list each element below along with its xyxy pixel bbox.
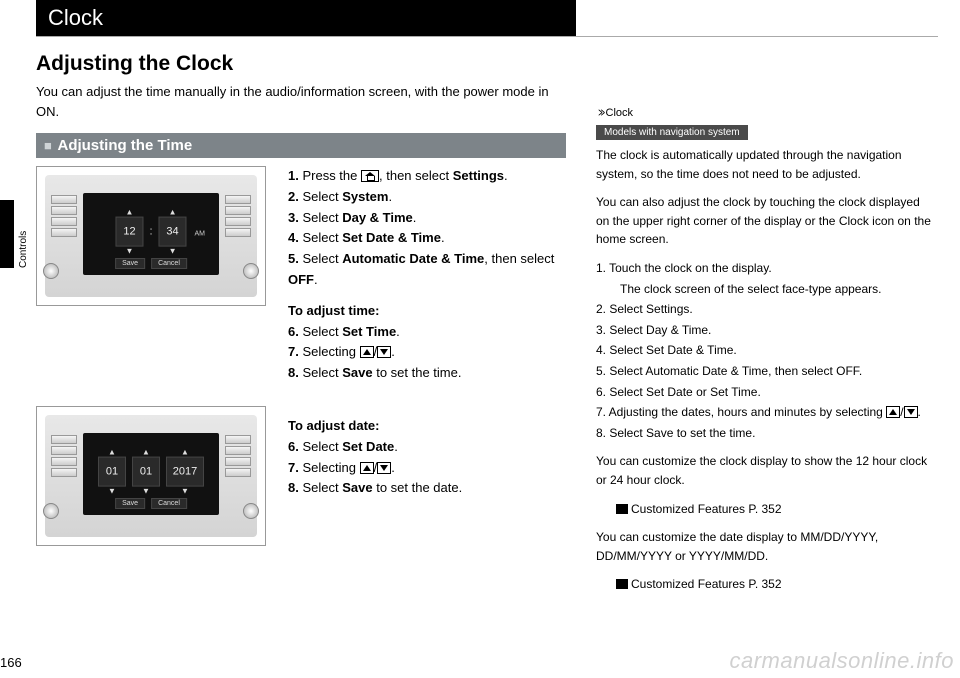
model-badge: Models with navigation system: [596, 125, 748, 140]
home-icon: [361, 170, 379, 182]
time-ampm: AM: [195, 231, 206, 238]
sidebar-list: 1. Touch the clock on the display. The c…: [596, 259, 936, 442]
list-item: 5. Select Automatic Date & Time, then se…: [596, 362, 936, 381]
list-item: 8. Select Save to set the time.: [596, 424, 936, 443]
triangle-down-icon: [904, 406, 918, 418]
date-year: 2017: [173, 466, 197, 478]
crossref: Customized Features P. 352: [596, 500, 936, 519]
right-column: ≫Clock Models with navigation system The…: [596, 52, 936, 604]
list-item: 3. Select Day & Time.: [596, 321, 936, 340]
fig-save-button: Save: [115, 258, 145, 269]
side-tab: [0, 200, 14, 268]
steps-date: To adjust date: 6. Select Set Date. 7. S…: [288, 406, 566, 499]
triangle-up-icon: [360, 346, 374, 358]
fig-cancel-button: Cancel: [151, 258, 187, 269]
sidebar-crumb: ≫Clock: [596, 106, 936, 119]
crossref: Customized Features P. 352: [596, 575, 936, 594]
watermark: carmanualsonline.info: [729, 648, 954, 674]
list-item-sub: The clock screen of the select face-type…: [596, 280, 936, 299]
manual-page: Controls Clock Adjusting the Clock You c…: [0, 0, 960, 678]
triangle-up-icon: [886, 406, 900, 418]
sidebar-para1: The clock is automatically updated throu…: [596, 146, 936, 183]
triangle-down-icon: [377, 462, 391, 474]
fig2-save-button: Save: [115, 498, 145, 509]
subsection-band: ■ Adjusting the Time: [36, 133, 566, 158]
adjust-date-header: To adjust date:: [288, 416, 566, 437]
list-item: 7. Adjusting the dates, hours and minute…: [596, 403, 936, 422]
list-item: 4. Select Set Date & Time.: [596, 341, 936, 360]
time-minute: 34: [166, 226, 178, 238]
row-time: ▲12▼ : ▲34▼ AM Save Cancel: [36, 166, 566, 384]
intro-text: You can adjust the time manually in the …: [36, 82, 566, 121]
left-column: Adjusting the Clock You can adjust the t…: [36, 52, 566, 568]
subsection-title: Adjusting the Time: [57, 137, 192, 154]
sidebar-para3: You can customize the clock display to s…: [596, 452, 936, 489]
square-bullet-icon: ■: [44, 138, 52, 153]
triangle-up-icon: [360, 462, 374, 474]
figure-date-screen: ▲01▼ ▲01▼ ▲2017▼ Save Cancel: [36, 406, 266, 546]
chapter-label: Controls: [18, 231, 29, 268]
date-day: 01: [140, 466, 152, 478]
page-number: 166: [0, 655, 22, 670]
list-item: 2. Select Settings.: [596, 300, 936, 319]
list-item: 1. Touch the clock on the display.: [596, 259, 936, 278]
figure-time-screen: ▲12▼ : ▲34▼ AM Save Cancel: [36, 166, 266, 306]
sidebar-body: The clock is automatically updated throu…: [596, 146, 936, 594]
sidebar-para4: You can customize the date display to MM…: [596, 528, 936, 565]
header-rule: [36, 36, 938, 37]
steps-main: 1. Press the , then select Settings. 2. …: [288, 166, 566, 384]
section-title: Adjusting the Clock: [36, 52, 566, 76]
triangle-down-icon: [377, 346, 391, 358]
list-item: 6. Select Set Date or Set Time.: [596, 383, 936, 402]
fig2-cancel-button: Cancel: [151, 498, 187, 509]
header-title: Clock: [36, 0, 576, 36]
link-arrow-icon: [616, 504, 628, 514]
adjust-time-header: To adjust time:: [288, 301, 566, 322]
row-date: ▲01▼ ▲01▼ ▲2017▼ Save Cancel To adjust: [36, 406, 566, 546]
time-hour: 12: [123, 226, 135, 238]
sidebar-para2: You can also adjust the clock by touchin…: [596, 193, 936, 249]
date-month: 01: [106, 466, 118, 478]
link-arrow-icon: [616, 579, 628, 589]
